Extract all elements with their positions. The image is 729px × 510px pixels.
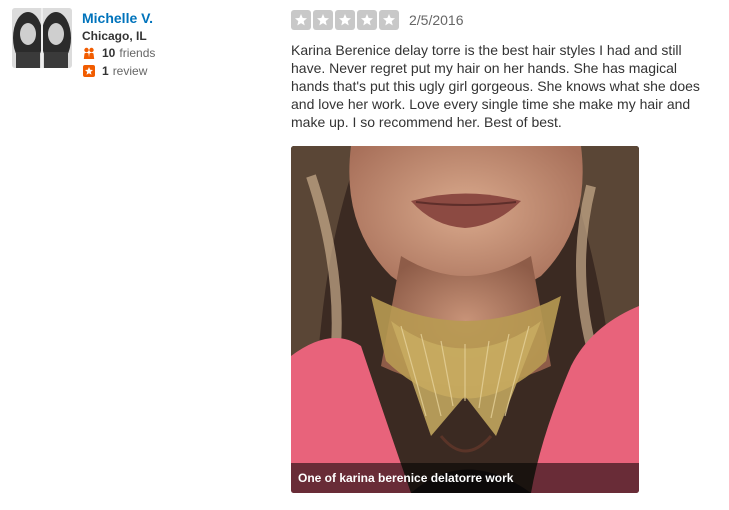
- review-photo[interactable]: One of karina berenice delatorre work: [291, 146, 639, 493]
- friends-stat: 10 friends: [82, 44, 155, 62]
- friends-label: friends: [119, 46, 156, 60]
- user-name-link[interactable]: Michelle V.: [82, 9, 155, 27]
- avatar-image: [12, 8, 72, 68]
- star-icon: [313, 10, 333, 30]
- star-rating: [291, 10, 399, 30]
- reviews-count: 1: [102, 64, 109, 78]
- rating-row: 2/5/2016: [291, 8, 721, 32]
- star-icon: [357, 10, 377, 30]
- user-location: Chicago, IL: [82, 29, 147, 43]
- star-icon: [291, 10, 311, 30]
- reviews-stat: 1 review: [82, 62, 155, 80]
- friends-count: 10: [102, 46, 116, 60]
- photo-caption-bar: One of karina berenice delatorre work: [291, 463, 639, 493]
- review-star-icon: [82, 64, 96, 78]
- review-text: Karina Berenice delay torre is the best …: [291, 42, 700, 130]
- star-icon: [379, 10, 399, 30]
- user-avatar[interactable]: [12, 8, 72, 68]
- review-body: 2/5/2016 Karina Berenice delay torre is …: [291, 8, 721, 145]
- review-date: 2/5/2016: [409, 12, 464, 28]
- reviewer-card: Michelle V. Chicago, IL 10 friends 1 rev…: [12, 8, 252, 78]
- friends-icon: [82, 46, 96, 60]
- star-icon: [335, 10, 355, 30]
- user-meta: Michelle V. Chicago, IL 10 friends 1 rev…: [82, 8, 155, 80]
- photo-image: [291, 146, 639, 493]
- photo-caption: One of karina berenice delatorre work: [298, 471, 514, 485]
- reviews-label: review: [112, 64, 148, 78]
